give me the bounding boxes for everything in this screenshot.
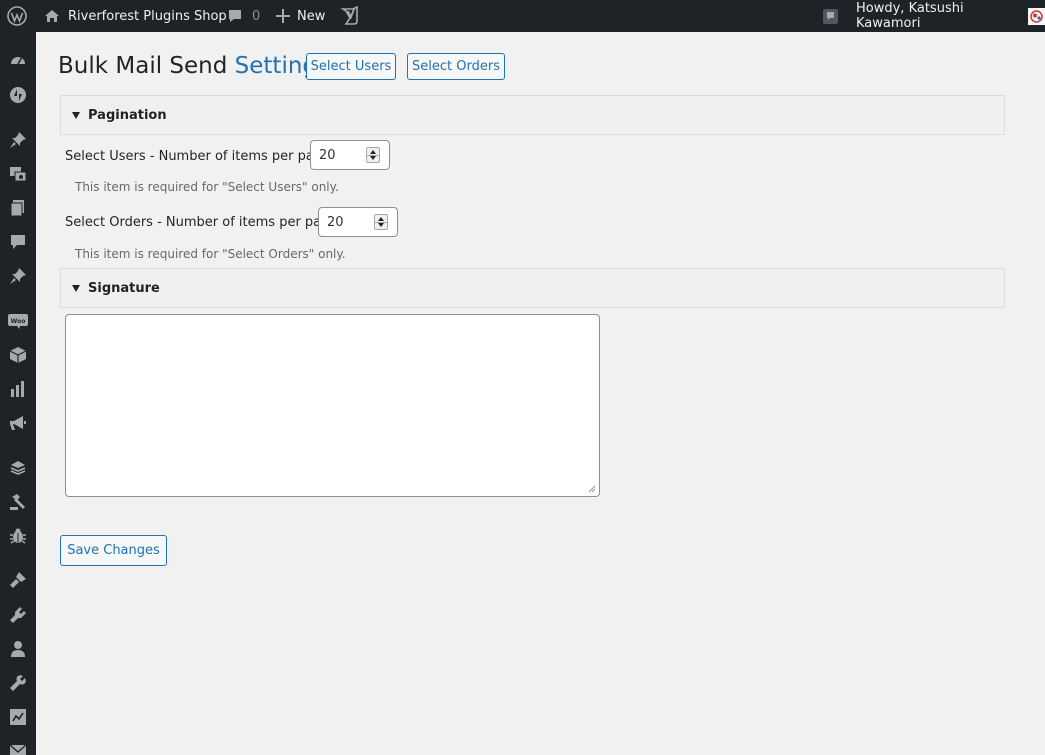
marketing-megaphone-icon[interactable] [8, 413, 28, 433]
save-changes-button[interactable]: Save Changes [60, 535, 167, 566]
comments-icon[interactable] [8, 232, 28, 252]
dashboard-icon[interactable] [8, 50, 28, 70]
user-account-menu[interactable]: Howdy, Katsushi Kawamori [856, 0, 1045, 32]
products-icon[interactable] [8, 345, 28, 365]
site-name-link[interactable]: Riverforest Plugins Shop [44, 0, 227, 32]
collapse-triangle-icon [72, 284, 80, 292]
resize-grip-icon[interactable] [588, 485, 596, 493]
user-greeting: Howdy, Katsushi Kawamori [856, 1, 964, 31]
home-icon [44, 8, 60, 24]
posts-pin-icon[interactable] [8, 130, 28, 150]
pagination-heading: Pagination [88, 107, 167, 123]
svg-text:Woo: Woo [11, 318, 26, 325]
admin-menu: Woo [0, 32, 36, 755]
stack-icon[interactable] [8, 458, 28, 478]
jetpack-icon[interactable] [8, 85, 28, 105]
comments-count: 0 [252, 8, 261, 24]
mail-icon[interactable] [8, 741, 28, 755]
pages-icon[interactable] [8, 198, 28, 218]
new-content-link[interactable]: New [276, 0, 325, 32]
users-per-page-input[interactable]: 20 [310, 140, 390, 170]
notification-icon[interactable] [822, 0, 839, 32]
orders-help-text: This item is required for "Select Orders… [75, 247, 346, 261]
orders-per-page-input[interactable]: 20 [318, 207, 398, 237]
number-spinner-icon[interactable] [366, 147, 380, 163]
users-icon[interactable] [8, 639, 28, 659]
avatar [1028, 7, 1045, 25]
pin-icon[interactable] [8, 266, 28, 286]
page-title-main: Bulk Mail Send [58, 53, 228, 79]
number-spinner-icon[interactable] [374, 214, 388, 230]
bug-icon[interactable] [8, 526, 28, 546]
woocommerce-icon[interactable]: Woo [8, 311, 28, 331]
settings-icon[interactable] [8, 707, 28, 727]
users-help-text: This item is required for "Select Users"… [75, 180, 339, 194]
plus-icon [276, 9, 290, 23]
comments-link[interactable]: 0 [227, 0, 260, 32]
wordpress-logo-icon[interactable] [7, 0, 27, 32]
new-label: New [297, 8, 326, 24]
main-content: Bulk Mail Send Settings Select Users Sel… [36, 32, 1045, 755]
hammer-icon[interactable] [8, 492, 28, 512]
orders-per-page-value: 20 [327, 214, 344, 230]
comment-bubble-icon [227, 8, 243, 24]
tools-wrench-icon[interactable] [8, 673, 28, 693]
orders-per-page-label: Select Orders - Number of items per page… [65, 215, 342, 230]
select-orders-button[interactable]: Select Orders [407, 53, 505, 80]
site-name: Riverforest Plugins Shop [68, 8, 227, 24]
signature-section-toggle[interactable]: Signature [60, 268, 1005, 308]
select-users-button[interactable]: Select Users [306, 53, 396, 80]
plugins-icon[interactable] [8, 605, 28, 625]
appearance-brush-icon[interactable] [8, 570, 28, 590]
signature-heading: Signature [88, 280, 160, 296]
signature-textarea[interactable] [65, 314, 600, 497]
page-title: Bulk Mail Send Settings [58, 52, 329, 81]
media-icon[interactable] [8, 164, 28, 184]
users-per-page-label: Select Users - Number of items per page: [65, 149, 335, 164]
admin-bar: Riverforest Plugins Shop 0 New Howdy, Ka… [0, 0, 1045, 32]
analytics-icon[interactable] [8, 379, 28, 399]
collapse-triangle-icon [72, 111, 80, 119]
users-per-page-value: 20 [319, 147, 336, 163]
yoast-seo-icon[interactable] [340, 0, 360, 32]
pagination-section-toggle[interactable]: Pagination [60, 95, 1005, 135]
